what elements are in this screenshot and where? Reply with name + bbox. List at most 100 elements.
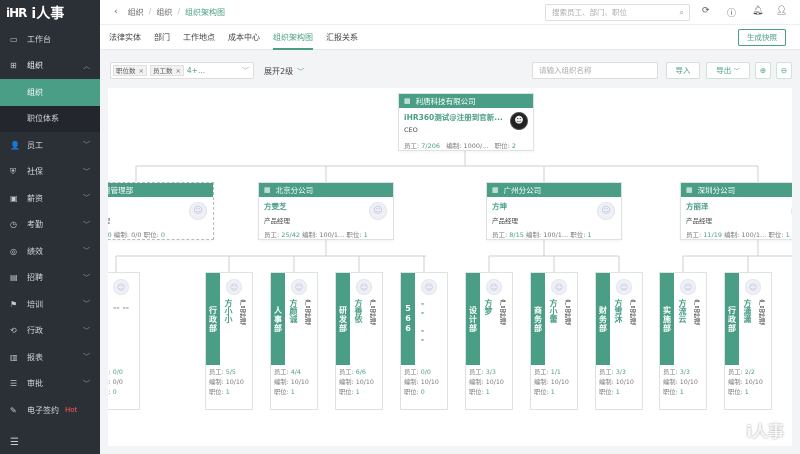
manager-name[interactable]: -- -- — [113, 303, 129, 312]
manager-name[interactable]: 方善依 — [353, 299, 364, 323]
avatar: ☺ — [597, 202, 615, 220]
chevron-down-icon: ﹀ — [83, 353, 90, 362]
sidebar-subitem-position-system[interactable]: 职位体系 — [0, 105, 100, 132]
training-icon: ⚑ — [10, 299, 18, 309]
manager-name[interactable]: 方小蕾 — [548, 299, 559, 323]
logo-text: i人事 — [31, 6, 65, 22]
org-node-level3[interactable]: 实施部 ☺ 方流云 产品经理 员工: 3/3 编制: 10/10 职位: 1 — [659, 272, 707, 410]
monitor-icon: ▭ — [10, 34, 18, 44]
sidebar-item-training[interactable]: ⚑ 培训 ﹀ — [0, 291, 100, 318]
employee-count: 11/19 — [703, 231, 722, 239]
avatar-icon[interactable]: 👤︎ — [776, 6, 787, 16]
close-icon[interactable]: × — [139, 67, 144, 75]
chevron-down-icon: ﹀ — [242, 66, 249, 75]
headcount-row: 编制: 10/10 — [209, 379, 244, 386]
sidebar-item-employee[interactable]: 👤 员工 ﹀ — [0, 132, 100, 159]
chart-icon: ▥ — [10, 352, 18, 362]
org-node-level3[interactable]: 商务部 ☺ 方小蕾 产品经理 员工: 1/1 编制: 10/10 职位: 1 — [530, 272, 578, 410]
close-icon[interactable]: × — [175, 67, 180, 75]
dept-name: 行政部 — [725, 273, 739, 365]
org-node-level3[interactable]: 人事部 ☺ 方颜诚 产品经理 员工: 4/4 编制: 10/10 职位: 1 — [270, 272, 318, 410]
top-bar: ‹ 组织 / 组织 / 组织架构图 搜索员工、部门、职位 ⌕ ⟳ ⓘ 🔔︎ 👤︎ — [100, 0, 800, 25]
manager-name[interactable]: -- -- — [418, 299, 427, 344]
zoom-in-icon[interactable]: ⊕ — [755, 62, 771, 79]
sidebar-subitem-org[interactable]: 组织 — [0, 79, 100, 106]
manager-name[interactable]: 方潇潇 — [742, 299, 753, 323]
dept-name: 566 — [401, 273, 415, 365]
expand-level-dropdown[interactable]: 展开2级 ﹀ — [264, 66, 304, 77]
more-chips[interactable]: 4+... — [187, 66, 205, 75]
tab-reporting[interactable]: 汇报关系 — [326, 25, 358, 50]
back-icon[interactable]: ‹ — [114, 7, 118, 17]
manager-name[interactable]: 方丽泽 — [686, 201, 792, 212]
manager-name[interactable]: 方颜诚 — [288, 299, 299, 323]
manager-position: CEO — [404, 126, 418, 134]
headcount-count: 100/1... — [319, 231, 345, 239]
org-node-root[interactable]: ▦ 利唐科技有限公司 iHR360测试@注册到官新... CEO 员工: 7/20… — [398, 93, 534, 151]
generate-snapshot-button[interactable]: 生成快照 — [738, 29, 786, 46]
org-node-level3[interactable]: 行政部 ☺ 方小小 产品经理 员工: 5/5 编制: 10/10 职位: 1 — [205, 272, 253, 410]
org-node-level3[interactable]: 566 ☺ -- -- 员工: 0/0 编制: 10/10 职位: 0 — [400, 272, 448, 410]
org-node-header: ▦项目管理部 — [108, 183, 213, 197]
breadcrumb-item[interactable]: 组织 — [156, 7, 172, 18]
sidebar-item-workbench[interactable]: ▭ 工作台 — [0, 26, 100, 53]
global-search-input[interactable]: 搜索员工、部门、职位 ⌕ — [545, 4, 690, 21]
org-node-level3[interactable]: ☺ -- -- 员工: 0/0 编制: 0/0 职位: 0 — [108, 272, 140, 410]
position-row: 职位: 1 — [274, 389, 295, 396]
avatar: ☺ — [291, 279, 307, 295]
org-node-level2[interactable]: ▦项目管理部方肖产品经理员工: 0/0 编制: 0/0 职位: 0☺ — [108, 182, 214, 240]
sidebar-item-label: 审批 — [27, 379, 43, 389]
export-button[interactable]: 导出 ﹀ — [706, 62, 750, 79]
sidebar-item-esign[interactable]: ✎ 电子签约 Hot — [0, 397, 100, 424]
sidebar-item-social[interactable]: ⛨ 社保 ﹀ — [0, 159, 100, 186]
help-icon[interactable]: ⓘ — [727, 6, 736, 19]
sidebar-item-org[interactable]: ⊞ 组织 ︿ — [0, 53, 100, 80]
node-stats: 员工: 3/3 编制: 10/10 职位: 1 — [663, 368, 698, 398]
refresh-icon[interactable]: ⟳ — [702, 6, 710, 16]
sidebar-item-admin[interactable]: ⟲ 行政 ﹀ — [0, 318, 100, 345]
tab-legal-entity[interactable]: 法律实体 — [109, 25, 141, 50]
sidebar-item-approve[interactable]: ☰ 审批 ﹀ — [0, 371, 100, 398]
manager-name[interactable]: 方梦 — [483, 299, 494, 315]
dept-name: 行政部 — [206, 273, 220, 365]
node-stats: 员工: 7/206 编制: 1000/... 职位: 2 — [404, 142, 517, 150]
sidebar-item-performance[interactable]: ◎ 绩效 ﹀ — [0, 238, 100, 265]
org-node-level2[interactable]: ▦ 北京分公司 方雯芝 产品经理 员工: 25/42 编制: 100/1... 职位: … — [258, 182, 394, 240]
manager-name[interactable]: 方雪沐 — [613, 299, 624, 323]
org-node-level2[interactable]: ▦ 深圳分公司 方丽泽 产品经理 员工: 11/19 编制: 100/1... 职位: … — [680, 182, 792, 240]
menu-collapse-icon[interactable]: ☰ — [10, 437, 19, 448]
position-count: 1 — [485, 389, 490, 396]
app-logo[interactable]: iHR i人事 — [0, 0, 100, 26]
position-row: 职位: 1 — [469, 389, 490, 396]
manager-name[interactable]: 方流云 — [677, 299, 688, 323]
tab-cost-center[interactable]: 成本中心 — [228, 25, 260, 50]
position-count: 1 — [355, 389, 360, 396]
org-chart-canvas[interactable]: ▦ 利唐科技有限公司 iHR360测试@注册到官新... CEO 员工: 7/20… — [108, 88, 792, 446]
sidebar-item-recruit[interactable]: ▤ 招聘 ﹀ — [0, 265, 100, 292]
search-icon[interactable]: ⌕ — [680, 8, 684, 18]
sidebar-item-salary[interactable]: ▣ 薪资 ﹀ — [0, 185, 100, 212]
manager-name[interactable]: 方小小 — [223, 299, 234, 323]
breadcrumb: 组织 / 组织 / 组织架构图 — [127, 6, 226, 18]
chevron-down-icon: ﹀ — [297, 68, 305, 76]
org-node-level3[interactable]: 研发部 ☺ 方善依 产品经理 员工: 6/6 编制: 10/10 职位: 1 — [335, 272, 383, 410]
sidebar-item-report[interactable]: ▥ 报表 ﹀ — [0, 344, 100, 371]
zoom-out-icon[interactable]: ⊖ — [776, 62, 792, 79]
sidebar-item-attendance[interactable]: ◷ 考勤 ﹀ — [0, 212, 100, 239]
org-node-level3[interactable]: 行政部 ☺ 方潇潇 产品经理 员工: 2/2 编制: 10/10 职位: 1 — [724, 272, 772, 410]
bell-icon[interactable]: 🔔︎ — [752, 6, 763, 16]
import-button[interactable]: 导入 — [666, 62, 700, 79]
employee-count: 0/0 — [420, 369, 431, 376]
org-node-level3[interactable]: 财务部 ☺ 方雪沐 产品经理 员工: 3/3 编制: 10/10 职位: 1 — [595, 272, 643, 410]
tab-org-chart[interactable]: 组织架构图 — [273, 25, 313, 50]
org-node-level2[interactable]: ▦ 广州分公司 方坤 产品经理 员工: 8/15 编制: 100/1... 职位: 1 ☺ — [486, 182, 622, 240]
node-stats: 员工: 1/1 编制: 10/10 职位: 1 — [534, 368, 569, 398]
tab-work-location[interactable]: 工作地点 — [183, 25, 215, 50]
display-fields-select[interactable]: 职位数 × 员工数 × 4+... ﹀ — [110, 62, 254, 79]
org-node-level3[interactable]: 设计部 ☺ 方梦 产品经理 员工: 3/3 编制: 10/10 职位: 1 — [465, 272, 513, 410]
org-search-input[interactable]: 请输入组织名称 — [532, 62, 658, 79]
tab-bar: 法律实体 部门 工作地点 成本中心 组织架构图 汇报关系 生成快照 — [100, 25, 800, 50]
breadcrumb-item[interactable]: 组织 — [128, 7, 144, 18]
org-node-title: 北京分公司 — [275, 185, 314, 195]
tab-department[interactable]: 部门 — [154, 25, 170, 50]
